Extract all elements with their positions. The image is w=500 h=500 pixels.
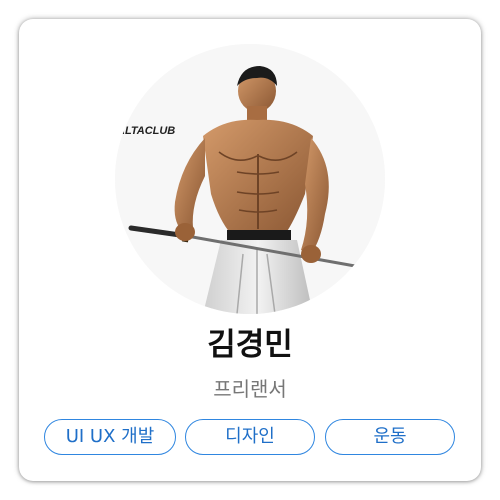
profile-role: 프리랜서 xyxy=(213,377,287,401)
tag-ui-ux-dev[interactable]: UI UX 개발 xyxy=(44,419,176,455)
photo-watermark: ALTACLUB xyxy=(116,125,175,137)
profile-avatar: ALTACLUB xyxy=(115,44,385,314)
profile-card: ALTACLUB 김경민 프리랜서 UI UX 개발 디자인 운동 xyxy=(19,19,481,481)
tag-design[interactable]: 디자인 xyxy=(185,419,315,455)
profile-name: 김경민 xyxy=(207,327,293,363)
tag-exercise[interactable]: 운동 xyxy=(325,419,455,455)
tag-list: UI UX 개발 디자인 운동 xyxy=(19,419,481,457)
